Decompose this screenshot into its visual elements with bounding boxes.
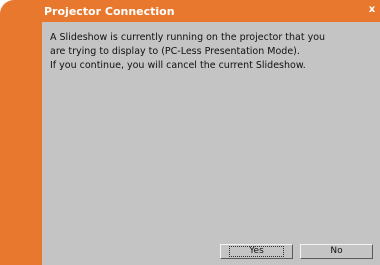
yes-button[interactable]: Yes: [220, 244, 293, 259]
close-button[interactable]: x: [366, 3, 378, 17]
title-bar: Projector Connection x: [0, 0, 380, 22]
message-line: are trying to display to (PC-Less Presen…: [50, 46, 300, 57]
dialog-title: Projector Connection: [44, 5, 175, 18]
no-button[interactable]: No: [300, 244, 373, 259]
message-text: A Slideshow is currently running on the …: [50, 31, 372, 73]
projector-connection-dialog: Projector Connection x A Slideshow is cu…: [0, 0, 380, 265]
message-line: A Slideshow is currently running on the …: [50, 32, 326, 43]
dialog-body: A Slideshow is currently running on the …: [42, 22, 380, 265]
no-button-label: No: [330, 246, 343, 256]
yes-button-label: Yes: [229, 246, 284, 257]
message-line: If you continue, you will cancel the cur…: [50, 60, 306, 71]
